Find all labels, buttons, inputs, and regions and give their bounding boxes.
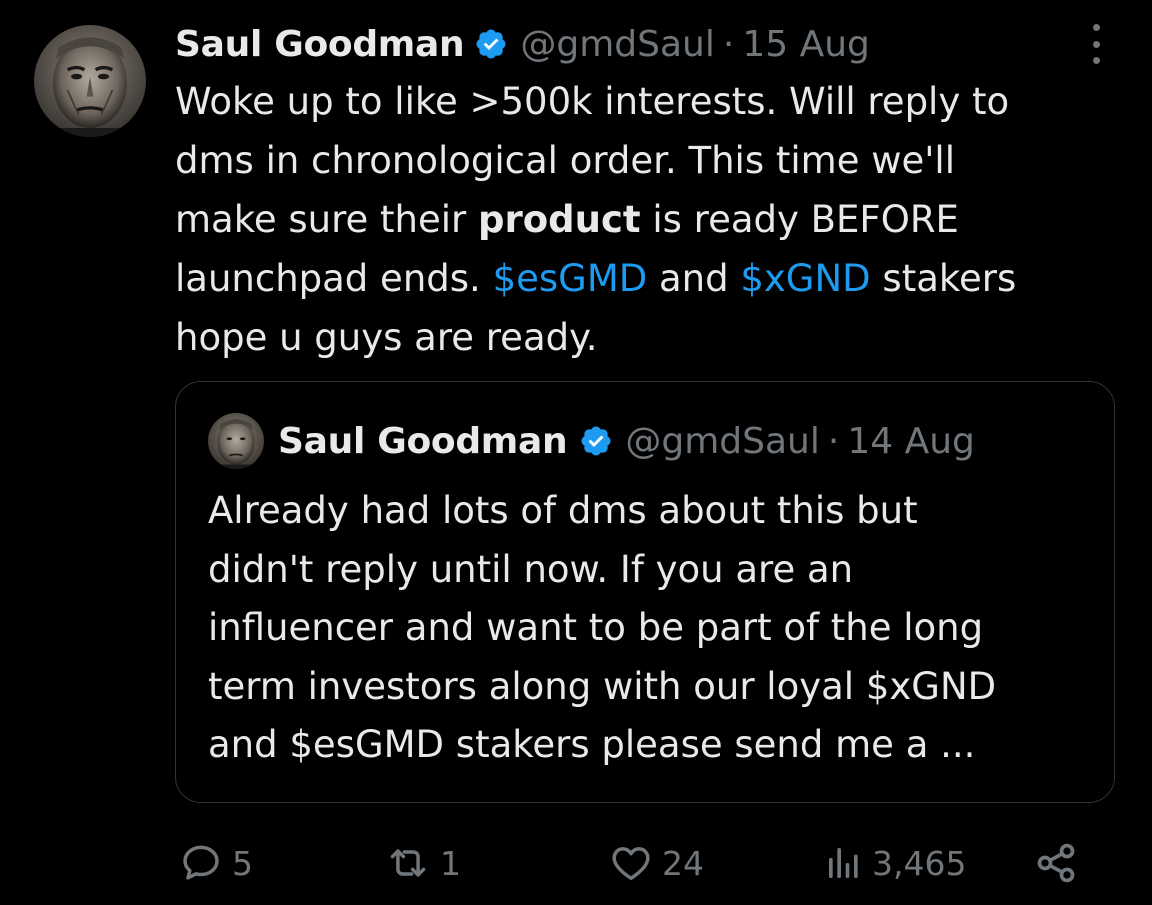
more-options-icon[interactable] <box>1082 24 1110 64</box>
author-handle[interactable]: @gmdSaul <box>520 24 715 65</box>
tweet-text-line: launchpad ends. $esGMD and $xGND stakers <box>175 249 1135 308</box>
repost-button[interactable]: 1 <box>384 838 461 888</box>
tweet-text-line: Woke up to like >500k interests. Will re… <box>175 80 1010 123</box>
quoted-author-handle: @gmdSaul <box>625 420 820 462</box>
quoted-tweet-date: 14 Aug <box>847 420 975 462</box>
quoted-author-name: Saul Goodman <box>278 420 568 462</box>
quoted-tweet-text: Already had lots of dms about this but d… <box>208 482 1088 775</box>
quoted-text-line: didn't reply until now. If you are an <box>208 547 854 591</box>
bold-text: product <box>477 198 641 241</box>
text-segment: stakers <box>870 257 1017 300</box>
avatar-photo <box>34 25 146 137</box>
quoted-tweet-card[interactable]: Saul Goodman @gmdSaul · 14 Aug Already h… <box>175 381 1115 803</box>
quoted-tweet-header: Saul Goodman @gmdSaul · 14 Aug <box>208 413 975 469</box>
views-count: 3,465 <box>872 843 967 883</box>
cashtag-esgmd-link[interactable]: $esGMD <box>493 257 648 300</box>
text-segment: make sure their <box>175 198 478 241</box>
tweet-text-line: make sure their product is ready BEFORE <box>175 190 1135 249</box>
more-dot <box>1092 57 1100 64</box>
author-avatar[interactable] <box>34 25 146 137</box>
share-button[interactable] <box>1034 838 1078 888</box>
text-segment: and <box>647 257 741 300</box>
repost-count: 1 <box>440 843 461 883</box>
views-icon <box>829 848 858 878</box>
text-segment: is ready BEFORE <box>640 198 959 241</box>
share-icon <box>1037 843 1075 883</box>
like-count: 24 <box>662 843 704 883</box>
more-dot <box>1092 40 1100 48</box>
tweet-text-line: hope u guys are ready. <box>175 316 598 359</box>
reply-button[interactable]: 5 <box>178 838 253 888</box>
tweet-text-line: dms in chronological order. This time we… <box>175 139 955 182</box>
like-button[interactable]: 24 <box>608 838 704 888</box>
separator-dot: · <box>827 420 840 462</box>
tweet-header: Saul Goodman @gmdSaul · 15 Aug <box>175 18 870 70</box>
quoted-text-line: and $esGMD stakers please send me a ... <box>208 723 976 766</box>
tweet-date[interactable]: 15 Aug <box>742 24 870 65</box>
verified-badge-icon <box>581 426 611 456</box>
repost-icon <box>390 849 426 877</box>
cashtag-xgnd-link[interactable]: $xGND <box>740 257 870 300</box>
quoted-text-line: Already had lots of dms about this but <box>208 489 918 532</box>
avatar-photo <box>208 413 264 469</box>
tweet-text: Woke up to like >500k interests. Will re… <box>175 72 1135 367</box>
separator-dot: · <box>722 23 735 65</box>
reply-icon <box>183 845 219 880</box>
quoted-text-line: influencer and want to be part of the lo… <box>208 606 984 649</box>
like-icon <box>612 847 650 880</box>
text-segment: launchpad ends. <box>175 257 493 300</box>
author-name[interactable]: Saul Goodman <box>175 24 465 65</box>
more-dot <box>1092 24 1100 31</box>
quoted-text-line: term investors along with our loyal $xGN… <box>208 664 997 708</box>
quoted-author-avatar <box>208 413 264 469</box>
tweet-action-bar: 5 1 24 3,465 <box>178 838 1078 888</box>
reply-count: 5 <box>232 843 253 883</box>
verified-badge-icon[interactable] <box>474 27 508 61</box>
views-button[interactable]: 3,465 <box>824 838 966 888</box>
